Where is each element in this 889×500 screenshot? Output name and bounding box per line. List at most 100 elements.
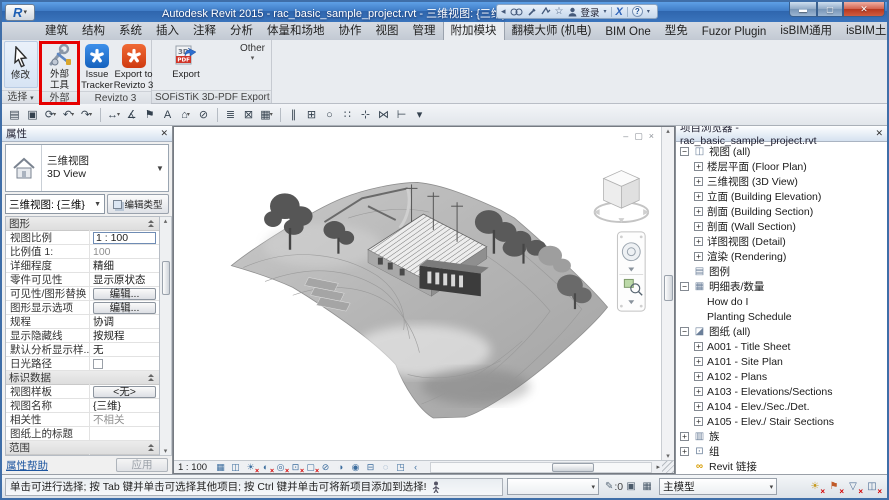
crop-region-icon[interactable]: ▢: [304, 461, 317, 473]
view-close-icon[interactable]: ×: [649, 131, 654, 142]
vertical-scrollbar[interactable]: ▴ ▾: [661, 127, 674, 460]
property-edit-button[interactable]: <无>: [93, 386, 156, 398]
tree-expander-icon[interactable]: +: [694, 177, 703, 186]
tab-isBIM通用[interactable]: isBIM通用: [773, 20, 839, 40]
tree-expander-icon[interactable]: +: [694, 207, 703, 216]
tree-expander-icon[interactable]: +: [694, 252, 703, 261]
scroll-down-icon[interactable]: ▾: [666, 452, 670, 460]
properties-help-link[interactable]: 属性帮助: [6, 458, 48, 473]
text-icon[interactable]: A: [159, 106, 176, 123]
worksets-dialog-icon[interactable]: ▣: [623, 479, 639, 495]
issue-tracker-button[interactable]: Issue Tracker: [80, 41, 114, 91]
tree-item[interactable]: Planting Schedule: [676, 309, 887, 324]
property-value[interactable]: 编辑...: [90, 302, 159, 314]
tree-expander-icon[interactable]: +: [694, 192, 703, 201]
view-minimize-icon[interactable]: –: [623, 131, 628, 142]
tree-item[interactable]: +▥族: [676, 429, 887, 444]
scroll-right-icon[interactable]: ▸: [654, 463, 662, 471]
signin-label[interactable]: 登录: [581, 5, 600, 19]
default-3d-view-icon[interactable]: ⌂▾: [177, 106, 194, 123]
project-browser-header[interactable]: 项目浏览器 - rac_basic_sample_project.rvt ✕: [676, 126, 887, 142]
tree-item[interactable]: How do I: [676, 294, 887, 309]
resize-grip[interactable]: [662, 461, 674, 473]
measure-icon[interactable]: ↔▾: [105, 106, 122, 123]
analysis-display-icon[interactable]: ◳: [394, 461, 407, 473]
other-dropdown[interactable]: Other ▾: [240, 43, 265, 62]
shadows-icon[interactable]: ◐: [259, 461, 272, 473]
tab-型免[interactable]: 型免: [658, 20, 695, 40]
thin-lines-icon[interactable]: ≣: [222, 106, 239, 123]
tab-协作[interactable]: 协作: [332, 20, 369, 40]
tab-系统[interactable]: 系统: [112, 20, 149, 40]
tree-item[interactable]: ∞Revit 链接: [676, 459, 887, 474]
tab-注释[interactable]: 注释: [186, 20, 223, 40]
editing-requests[interactable]: ✎ :0: [605, 481, 623, 493]
rendering-dialog-icon[interactable]: ◎: [274, 461, 287, 473]
tree-expander-icon[interactable]: −: [680, 282, 689, 291]
tree-item[interactable]: +⊡组: [676, 444, 887, 459]
tree-item[interactable]: +A105 - Elev./ Stair Sections: [676, 414, 887, 429]
application-menu-button[interactable]: R ▾: [5, 4, 35, 21]
tab-结构[interactable]: 结构: [75, 20, 112, 40]
tree-item[interactable]: +剖面 (Wall Section): [676, 219, 887, 234]
tree-item[interactable]: −◫视图 (all): [676, 144, 887, 159]
tree-expander-icon[interactable]: +: [694, 387, 703, 396]
property-value[interactable]: 100: [90, 246, 159, 258]
external-tools-button[interactable]: 外部 工具: [40, 41, 79, 91]
redo-icon[interactable]: ↷▾: [78, 106, 95, 123]
active-workset-combo[interactable]: ▾: [507, 478, 599, 495]
section-icon[interactable]: ⊘: [195, 106, 212, 123]
minimize-button[interactable]: ▬: [789, 2, 817, 17]
crop-view-icon[interactable]: ⊡: [289, 461, 302, 473]
tree-expander-icon[interactable]: +: [694, 372, 703, 381]
property-value[interactable]: 1 : 100: [90, 232, 159, 244]
property-input[interactable]: 1 : 100: [93, 232, 156, 244]
reveal-hidden-icon[interactable]: ◉: [349, 461, 362, 473]
undo-icon[interactable]: ↶▾: [60, 106, 77, 123]
signin-caret-icon[interactable]: ▾: [604, 8, 607, 15]
tree-item[interactable]: +详图视图 (Detail): [676, 234, 887, 249]
tree-item[interactable]: +A001 - Title Sheet: [676, 339, 887, 354]
close-icon[interactable]: ✕: [160, 128, 168, 139]
property-value[interactable]: [90, 359, 159, 369]
tab-插入[interactable]: 插入: [149, 20, 186, 40]
collapse-chevron-icon[interactable]: [147, 220, 155, 228]
horizontal-scrollbar[interactable]: [430, 462, 652, 473]
tree-expander-icon[interactable]: +: [694, 402, 703, 411]
worksharing-status-icon[interactable]: ☀: [807, 479, 823, 495]
property-value[interactable]: 按规程: [90, 328, 159, 343]
tab-建筑[interactable]: 建筑: [38, 20, 75, 40]
tree-expander-icon[interactable]: +: [694, 237, 703, 246]
property-value[interactable]: 不相关: [90, 412, 159, 427]
tree-item[interactable]: ▤图例: [676, 264, 887, 279]
tab-附加模块[interactable]: 附加模块: [443, 19, 505, 40]
tree-item[interactable]: +渲染 (Rendering): [676, 249, 887, 264]
properties-scrollbar[interactable]: ▴ ▾: [160, 216, 172, 456]
property-value[interactable]: 编辑...: [90, 288, 159, 300]
panel-label-sofistik[interactable]: SOFiSTiK 3D-PDF Export: [152, 90, 271, 103]
element-selector-combo[interactable]: 三维视图: {三维} ▼: [5, 194, 105, 214]
tree-expander-icon[interactable]: +: [680, 432, 689, 441]
3d-view-canvas[interactable]: [174, 127, 661, 459]
view-restore-icon[interactable]: ▢: [634, 131, 643, 142]
tab-isBIM土建[interactable]: isBIM土建: [839, 20, 889, 40]
property-edit-button[interactable]: 编辑...: [93, 302, 156, 314]
panel-label-select[interactable]: 选择 ▾: [2, 90, 39, 103]
align-icon[interactable]: ∥: [285, 106, 302, 123]
3d-view-lock-icon[interactable]: ⊘: [319, 461, 332, 473]
type-selector[interactable]: 三维视图 3D View ▼: [5, 144, 169, 192]
collapse-infocenter-icon[interactable]: ◂: [501, 6, 506, 17]
section-header-范围[interactable]: 范围: [6, 441, 159, 455]
tree-expander-icon[interactable]: −: [680, 327, 689, 336]
section-header-图形[interactable]: 图形: [6, 217, 159, 231]
tab-体量和场地[interactable]: 体量和场地: [260, 20, 332, 40]
export-to-revizto-button[interactable]: Export to Revizto 3: [116, 41, 151, 91]
detail-level-icon[interactable]: ▦: [214, 461, 227, 473]
communication-center-icon[interactable]: [541, 7, 551, 17]
property-value[interactable]: 无: [90, 342, 159, 357]
drawing-area[interactable]: – ▢ ×: [173, 126, 675, 474]
panel-label-external[interactable]: 外部: [40, 91, 79, 104]
properties-header[interactable]: 属性 ✕: [2, 126, 172, 142]
subscription-wrench-icon[interactable]: [527, 7, 537, 17]
collapse-chevron-icon[interactable]: [147, 374, 155, 382]
